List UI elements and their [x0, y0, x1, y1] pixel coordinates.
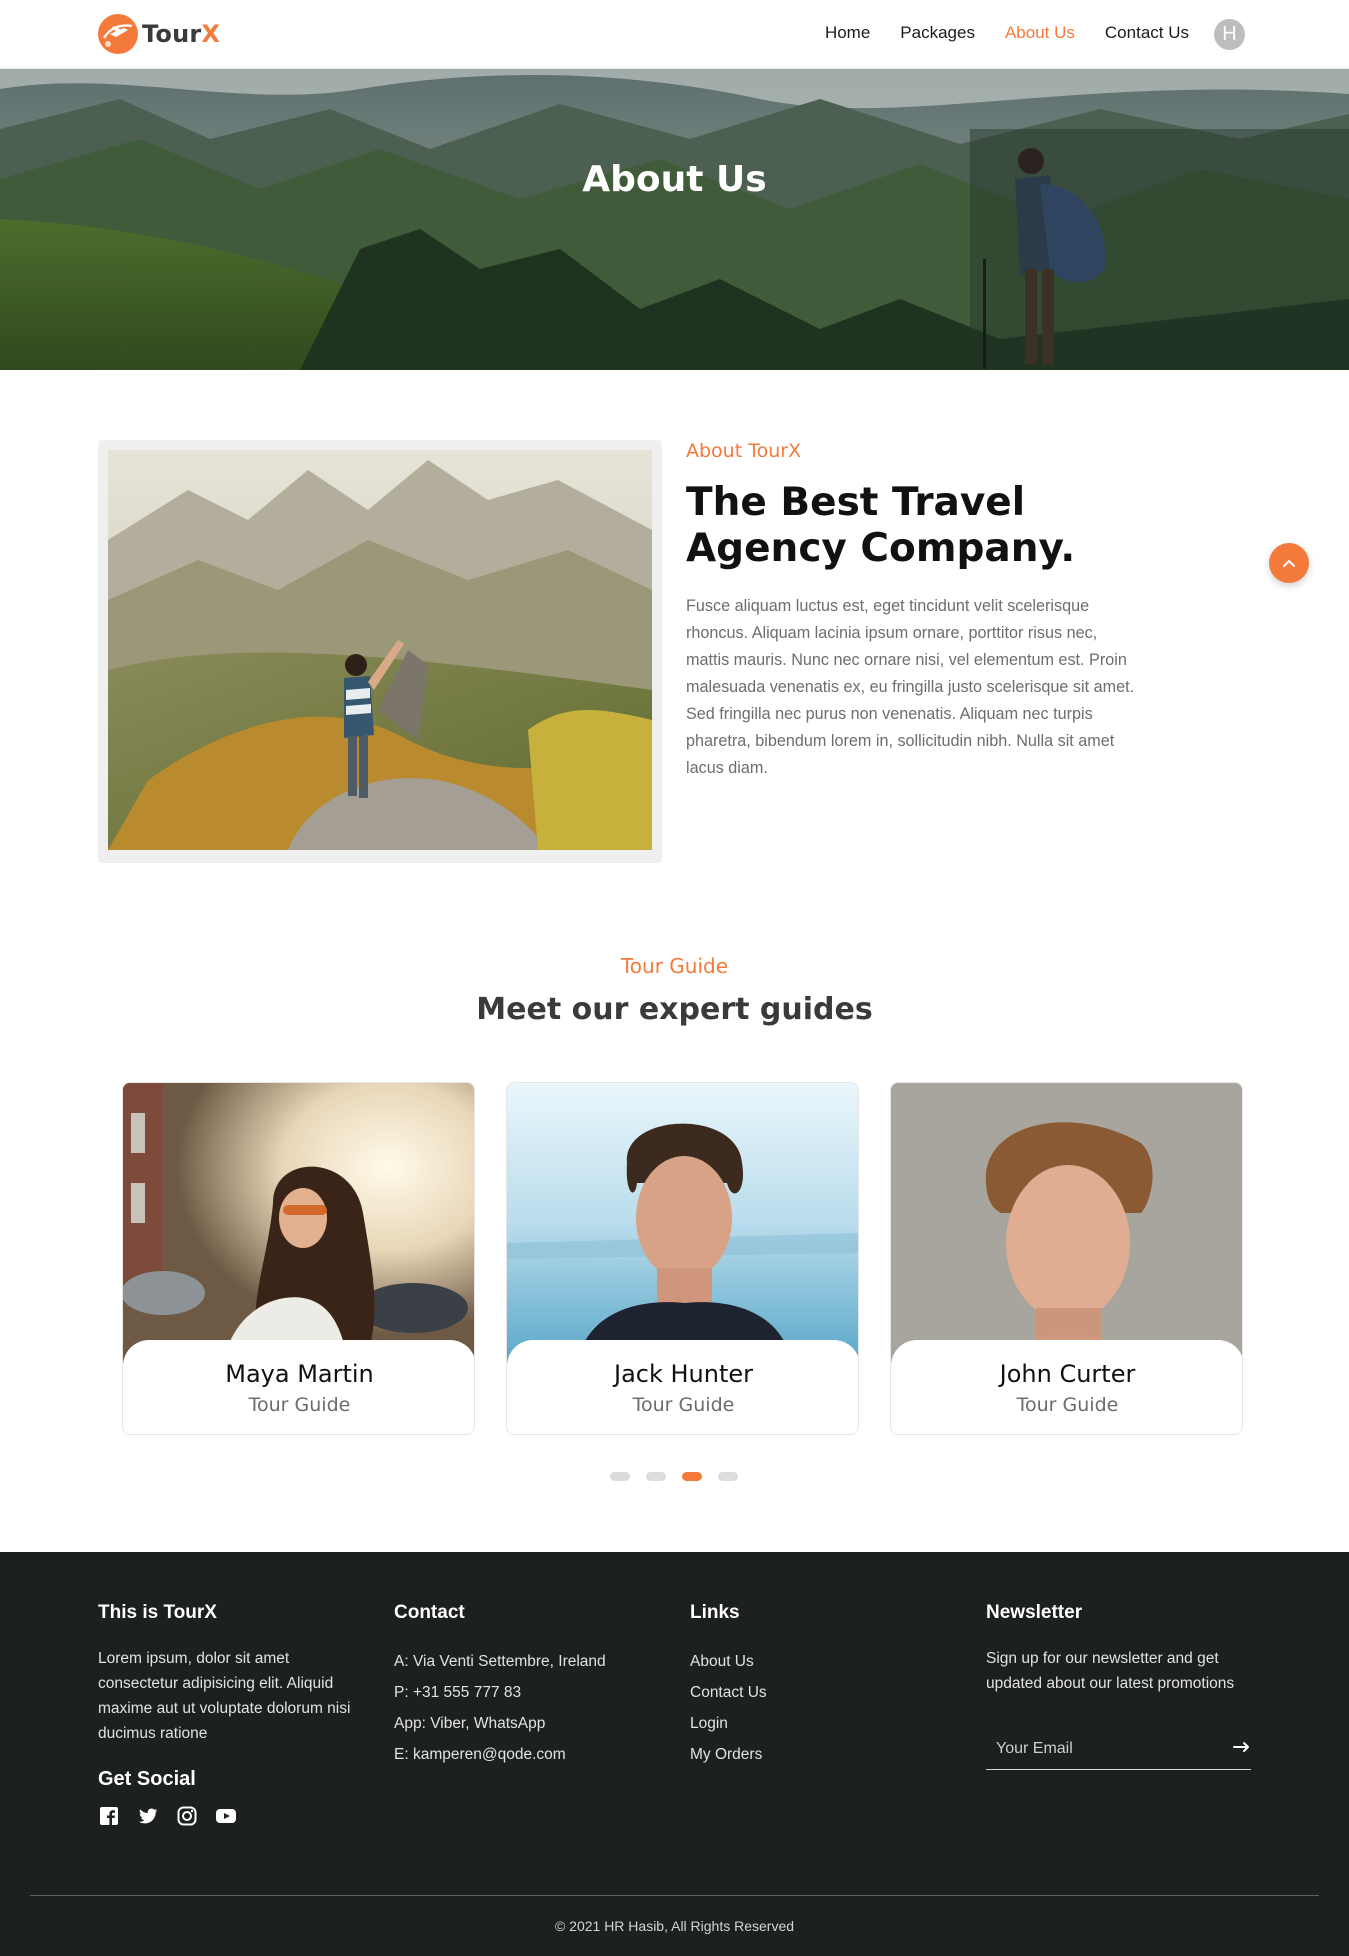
contact-email: E: kamperen@qode.com	[394, 1746, 566, 1763]
about-title: The Best Travel Agency Company.	[686, 480, 1076, 571]
guide-role: Tour Guide	[632, 1394, 735, 1416]
slider-dot-active[interactable]	[682, 1472, 702, 1481]
footer-links-title: Links	[690, 1602, 740, 1623]
site-footer: This is TourX Lorem ipsum, dolor sit ame…	[0, 1552, 1349, 1956]
copyright-text: © 2021 HR Hasib, All Rights Reserved	[554, 1918, 795, 1934]
footer-about-title: This is TourX	[98, 1602, 217, 1623]
newsletter-title: Newsletter	[986, 1602, 1083, 1623]
guide-name: Maya Martin	[225, 1360, 374, 1388]
about-image-frame	[98, 440, 662, 863]
contact-app: App: Viber, WhatsApp	[394, 1715, 546, 1732]
brand-name: TourX	[142, 20, 221, 48]
guide-role: Tour Guide	[248, 1394, 351, 1416]
slider-pagination	[610, 1472, 738, 1481]
newsletter-form	[986, 1728, 1251, 1770]
instagram-icon[interactable]	[176, 1805, 198, 1827]
nav-packages-link[interactable]: Packages	[900, 23, 975, 43]
footer-links-list: About Us Contact Us Login My Orders	[690, 1646, 890, 1770]
newsletter-text: Sign up for our newsletter and get updat…	[986, 1650, 1235, 1692]
footer-contact-title: Contact	[394, 1602, 465, 1623]
about-description: Fusce aliquam luctus est, eget tincidunt…	[686, 597, 1135, 777]
guide-photo	[891, 1083, 1242, 1363]
footer-about-column: This is TourX Lorem ipsum, dolor sit ame…	[98, 1602, 373, 1827]
main-menu: Home Packages About Us Contact Us	[825, 23, 1189, 43]
facebook-icon[interactable]	[98, 1805, 120, 1827]
scroll-to-top-button[interactable]	[1269, 543, 1309, 583]
mountain-landscape-image	[0, 69, 1349, 370]
nav-contact-link[interactable]: Contact Us	[1105, 23, 1189, 43]
guide-info: Maya Martin Tour Guide	[123, 1340, 474, 1434]
footer-link-orders[interactable]: My Orders	[690, 1739, 890, 1770]
guides-kicker: Tour Guide	[620, 954, 729, 978]
guide-photo	[123, 1083, 474, 1363]
social-title: Get Social	[98, 1768, 196, 1790]
footer-newsletter-column: Newsletter Sign up for our newsletter an…	[986, 1602, 1251, 1782]
footer-link-about[interactable]: About Us	[690, 1646, 890, 1677]
footer-links-column: Links About Us Contact Us Login My Order…	[690, 1602, 890, 1770]
nav-about-link[interactable]: About Us	[1005, 23, 1075, 43]
footer-about-text: Lorem ipsum, dolor sit amet consectetur …	[98, 1650, 351, 1742]
footer-link-login[interactable]: Login	[690, 1708, 890, 1739]
chevron-up-icon	[1283, 559, 1295, 567]
guides-title: Meet our expert guides	[476, 992, 873, 1027]
about-kicker: About TourX	[686, 440, 802, 462]
user-avatar[interactable]: H	[1214, 19, 1245, 50]
guide-info: Jack Hunter Tour Guide	[507, 1340, 858, 1434]
brand-logo[interactable]: TourX	[98, 14, 220, 54]
guide-role: Tour Guide	[1016, 1394, 1119, 1416]
youtube-icon[interactable]	[215, 1805, 237, 1827]
contact-list: A: Via Venti Settembre, Ireland P: +31 5…	[394, 1646, 654, 1770]
contact-address: A: Via Venti Settembre, Ireland	[394, 1653, 606, 1670]
guide-name: John Curter	[999, 1360, 1136, 1388]
footer-divider	[30, 1895, 1319, 1896]
twitter-icon[interactable]	[137, 1805, 159, 1827]
guide-name: Jack Hunter	[613, 1360, 754, 1388]
contact-phone: P: +31 555 777 83	[394, 1684, 522, 1701]
footer-contact-column: Contact A: Via Venti Settembre, Ireland …	[394, 1602, 654, 1770]
slider-dot[interactable]	[610, 1472, 630, 1481]
nav-home-link[interactable]: Home	[825, 23, 870, 43]
arrow-right-icon[interactable]	[1233, 1740, 1251, 1758]
airplane-globe-icon	[98, 14, 138, 54]
guide-card[interactable]: John Curter Tour Guide	[890, 1082, 1243, 1435]
hero-banner: About Us	[0, 69, 1349, 370]
footer-link-contact[interactable]: Contact Us	[690, 1677, 890, 1708]
top-navbar: TourX Home Packages About Us Contact Us …	[0, 0, 1349, 69]
guide-photo	[507, 1083, 858, 1363]
guide-info: John Curter Tour Guide	[891, 1340, 1242, 1434]
slider-dot[interactable]	[718, 1472, 738, 1481]
guide-card[interactable]: Maya Martin Tour Guide	[122, 1082, 475, 1435]
newsletter-email-input[interactable]	[986, 1739, 1206, 1758]
traveler-on-mountain-image	[108, 450, 652, 850]
slider-dot[interactable]	[646, 1472, 666, 1481]
hero-title: About Us	[582, 159, 767, 200]
social-icons	[98, 1805, 373, 1827]
guide-card[interactable]: Jack Hunter Tour Guide	[506, 1082, 859, 1435]
